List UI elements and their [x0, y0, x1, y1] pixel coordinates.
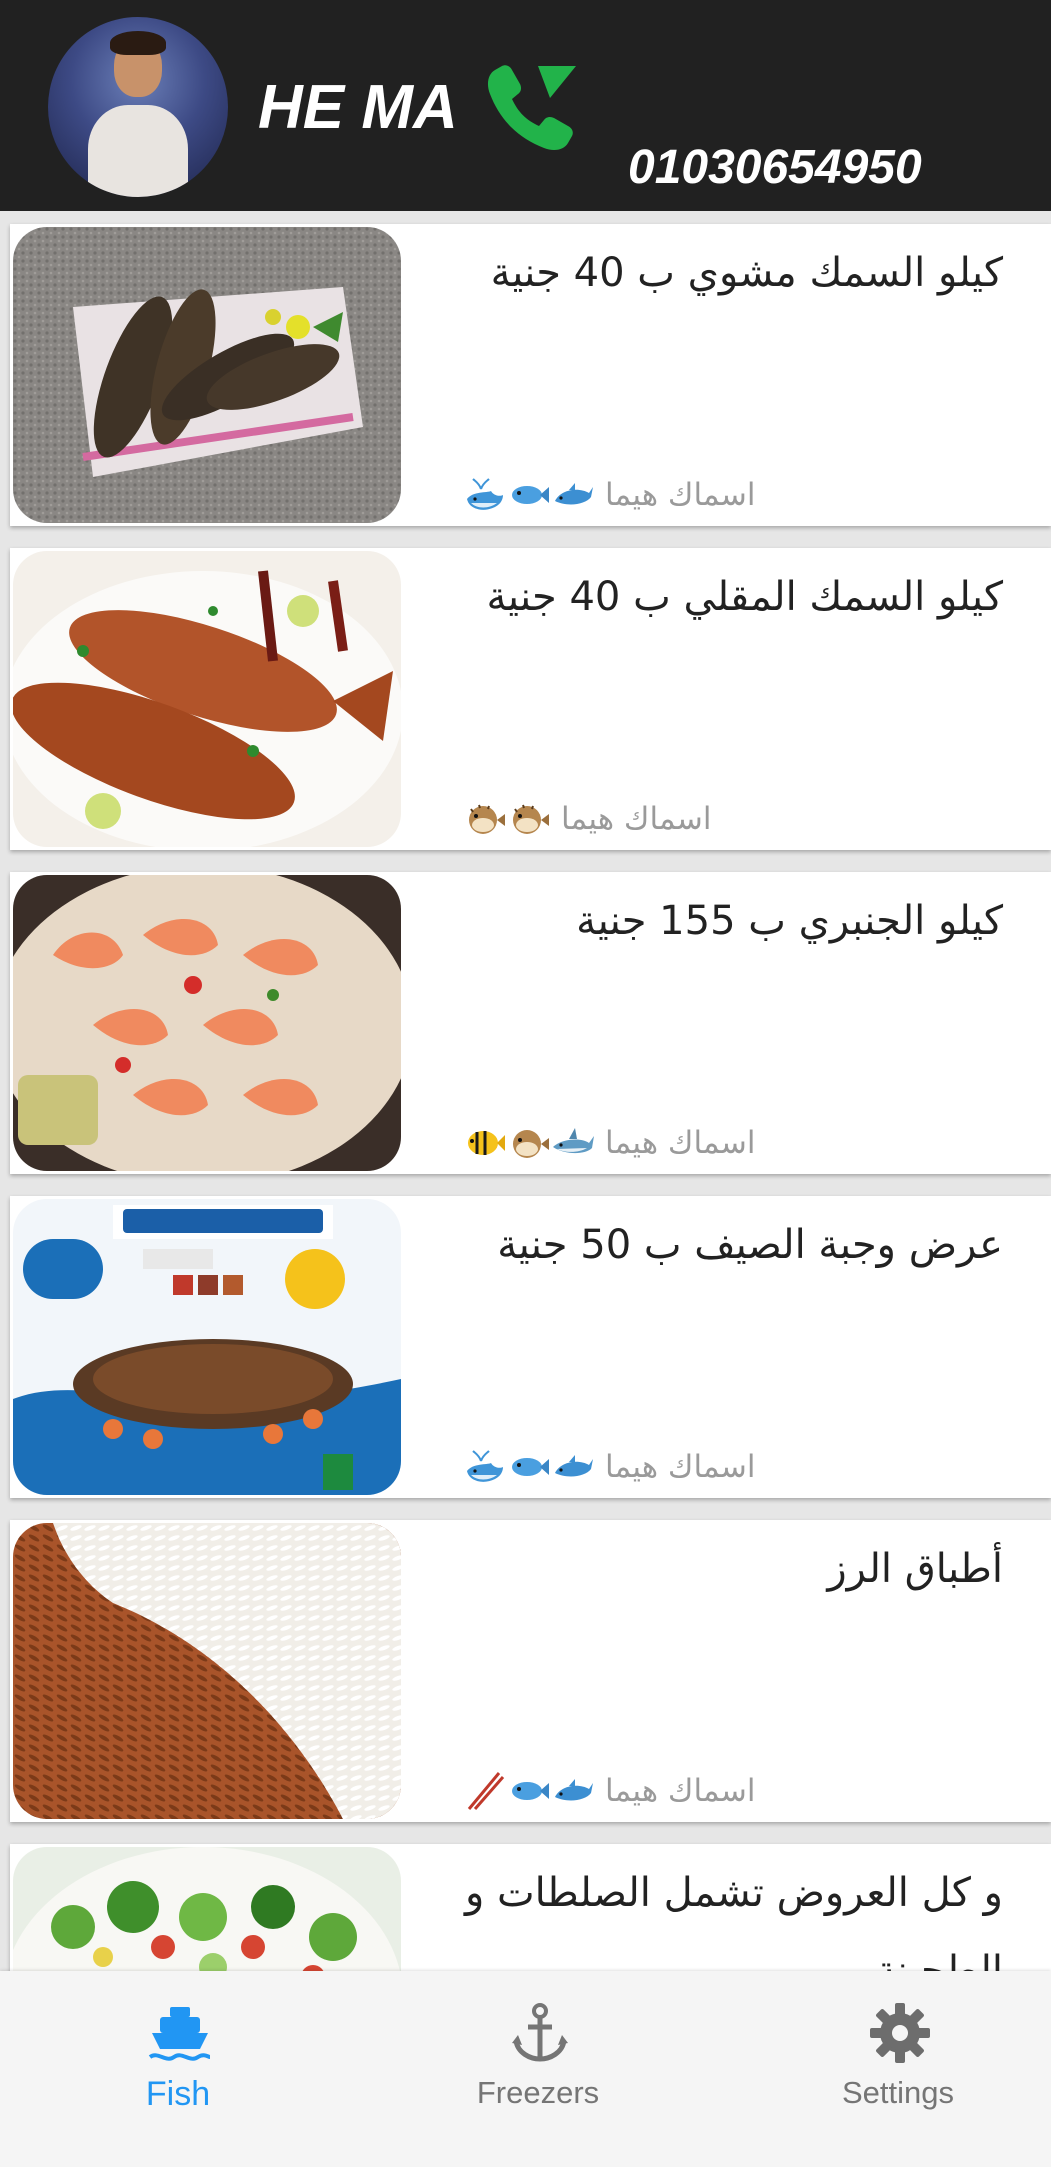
fish-icon	[507, 473, 551, 517]
shop-name: اسماك هيما	[605, 1125, 756, 1161]
phone-call-icon[interactable]	[480, 58, 580, 158]
tab-settings[interactable]: Settings	[748, 1971, 1048, 2167]
shop-name: اسماك هيما	[605, 1449, 756, 1485]
item-title: كيلو السمك مشوي ب 40 جنية	[490, 250, 1003, 296]
profile-header: HE MA 01030654950	[0, 0, 1051, 211]
shop-name: اسماك هيما	[605, 477, 756, 513]
blowfish-icon	[507, 797, 551, 841]
blowfish-icon	[463, 797, 507, 841]
phone-number[interactable]: 01030654950	[628, 140, 922, 195]
shop-name: اسماك هيما	[561, 801, 712, 837]
list-item[interactable]: كيلو الجنبري ب 155 جنية اسماك هيما	[10, 872, 1051, 1174]
item-meta: اسماك هيما	[463, 1118, 755, 1168]
item-meta: اسماك هيما	[463, 1766, 755, 1816]
whale-icon	[463, 473, 507, 517]
grilled-fish-image	[13, 227, 401, 523]
chopsticks-icon	[463, 1769, 507, 1813]
item-meta: اسماك هيما	[463, 794, 711, 844]
fish-icon	[507, 1445, 551, 1489]
profile-name: HE MA	[258, 73, 458, 142]
dolphin-icon	[551, 1769, 595, 1813]
list-item[interactable]: كيلو السمك المقلي ب 40 جنية اسماك هيما	[10, 548, 1051, 850]
item-title: كيلو الجنبري ب 155 جنية	[576, 898, 1003, 944]
tab-label: Fish	[145, 2075, 211, 2113]
tab-label: Settings	[841, 2075, 954, 2110]
shark-icon	[551, 1121, 595, 1165]
list-item[interactable]: كيلو السمك مشوي ب 40 جنية اسماك هيما	[10, 224, 1051, 526]
whale-icon	[463, 1445, 507, 1489]
shrimp-image	[13, 875, 401, 1171]
blowfish-icon	[507, 1121, 551, 1165]
summer-offer-image	[13, 1199, 401, 1495]
shop-name: اسماك هيما	[605, 1773, 756, 1809]
dolphin-icon	[551, 1445, 595, 1489]
tropical-fish-icon	[463, 1121, 507, 1165]
avatar[interactable]	[48, 17, 228, 197]
item-title: أطباق الرز	[827, 1546, 1003, 1592]
item-meta: اسماك هيما	[463, 470, 755, 520]
anchor-icon	[512, 2003, 568, 2062]
bottom-navigation: Fish Freezers Settings	[0, 1971, 1051, 2167]
tab-freezers[interactable]: Freezers	[388, 1971, 688, 2167]
fish-icon	[507, 1769, 551, 1813]
salad-image	[13, 1847, 401, 1971]
item-meta: اسماك هيما	[463, 1442, 755, 1492]
list-item[interactable]: عرض وجبة الصيف ب 50 جنية اسماك هيما	[10, 1196, 1051, 1498]
gear-icon	[870, 2003, 930, 2063]
menu-list[interactable]: كيلو السمك مشوي ب 40 جنية اسماك هيما كيل…	[0, 211, 1051, 1971]
item-title: عرض وجبة الصيف ب 50 جنية	[497, 1222, 1003, 1268]
item-title: كيلو السمك المقلي ب 40 جنية	[486, 574, 1003, 620]
dolphin-icon	[551, 473, 595, 517]
list-item[interactable]: و كل العروض تشمل الصلطات و الطحينة	[10, 1844, 1051, 1971]
tab-fish[interactable]: Fish	[28, 1971, 328, 2167]
fried-fish-image	[13, 551, 401, 847]
ship-icon	[148, 2007, 211, 2061]
tab-label: Freezers	[476, 2075, 600, 2110]
list-item[interactable]: أطباق الرز اسماك هيما	[10, 1520, 1051, 1822]
item-title: و كل العروض تشمل الصلطات و الطحينة	[464, 1870, 1003, 1971]
rice-dish-image	[13, 1523, 401, 1819]
